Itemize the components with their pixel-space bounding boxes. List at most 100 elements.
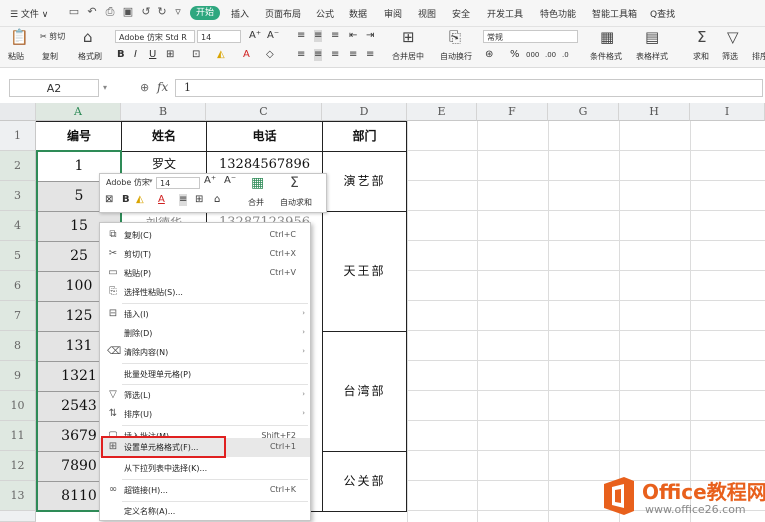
undo-icon[interactable]: ↶: [86, 6, 98, 18]
formula-input[interactable]: 1: [175, 79, 763, 97]
font-color-icon[interactable]: A: [243, 49, 250, 61]
menu-item-hyperlink[interactable]: ∞ 超链接(H)... Ctrl+K: [100, 481, 310, 500]
clear-icon[interactable]: ⊠: [105, 194, 113, 206]
mini-autosum-button[interactable]: 自动求和: [280, 197, 312, 208]
wrap-text-button[interactable]: 自动换行: [440, 51, 472, 62]
sort-button[interactable]: 排序: [752, 51, 765, 62]
redo-arrow-icon[interactable]: ↻: [156, 6, 168, 18]
menu-item-insert[interactable]: ⊟ 插入(I) ›: [100, 305, 310, 324]
select-all-corner[interactable]: [0, 103, 36, 121]
table-style-icon[interactable]: ▤: [645, 29, 659, 45]
header-cell-id[interactable]: 编号: [37, 122, 121, 151]
row-header-2[interactable]: 2: [0, 151, 36, 181]
row-header-11[interactable]: 11: [0, 421, 36, 451]
merge-center-icon[interactable]: ⊞: [402, 29, 415, 45]
header-cell-dept[interactable]: 部门: [323, 122, 406, 151]
quick-access-dropdown-icon[interactable]: ▿: [172, 6, 184, 18]
cell-dept-3[interactable]: 台湾部: [323, 332, 406, 451]
column-header-e[interactable]: E: [407, 103, 477, 121]
name-box-dropdown-icon[interactable]: ▾: [103, 83, 107, 92]
row-header-1[interactable]: 1: [0, 121, 36, 151]
wrap-text-icon[interactable]: ⎘: [449, 29, 461, 45]
align-top-icon[interactable]: ≡: [297, 30, 305, 42]
align-bottom-icon[interactable]: ≡: [331, 30, 339, 42]
font-name-select[interactable]: Adobe 仿宋 Std R: [115, 30, 195, 43]
highlight-icon[interactable]: ◭: [136, 194, 144, 206]
menu-item-clear[interactable]: ⌫ 清除内容(N) ›: [100, 343, 310, 362]
sum-icon[interactable]: Σ: [290, 175, 299, 191]
format-brush-icon[interactable]: ⌂: [214, 194, 220, 206]
italic-icon[interactable]: I: [134, 49, 137, 61]
conditional-format-button[interactable]: 条件格式: [590, 51, 622, 62]
row-header-7[interactable]: 7: [0, 301, 36, 331]
menu-item-filter[interactable]: ▽ 筛选(L) ›: [100, 386, 310, 405]
border-icon[interactable]: ⊞: [195, 194, 203, 206]
column-header-i[interactable]: I: [690, 103, 765, 121]
row-header-13[interactable]: 13: [0, 481, 36, 511]
column-header-f[interactable]: F: [477, 103, 548, 121]
tab-page-layout[interactable]: 页面布局: [265, 7, 301, 20]
percent-icon[interactable]: %: [510, 49, 520, 61]
tab-review[interactable]: 审阅: [384, 7, 402, 20]
font-color-icon[interactable]: A: [158, 194, 165, 206]
menu-item-paste-special[interactable]: ⎘ 选择性粘贴(S)...: [100, 283, 310, 302]
underline-icon[interactable]: U: [149, 49, 156, 61]
print-icon[interactable]: ⎙: [104, 6, 116, 18]
save-icon[interactable]: ▭: [68, 6, 80, 18]
mini-size-select[interactable]: 14: [156, 177, 200, 189]
paste-button[interactable]: 粘贴: [8, 51, 24, 62]
sum-icon[interactable]: Σ: [697, 29, 706, 45]
highlight-icon[interactable]: ◭: [217, 49, 225, 61]
menu-item-cut[interactable]: ✂ 剪切(T) Ctrl+X: [100, 245, 310, 264]
menu-item-pick-from-list[interactable]: 从下拉列表中选择(K)...: [100, 459, 310, 478]
font-size-select[interactable]: 14: [197, 30, 241, 43]
currency-icon[interactable]: ⊛: [485, 49, 493, 61]
border-icon[interactable]: ⊞: [166, 49, 174, 61]
sum-button[interactable]: 求和: [693, 51, 709, 62]
format-painter-icon[interactable]: ⌂: [83, 29, 93, 45]
tab-special[interactable]: 特色功能: [540, 7, 576, 20]
menu-item-paste[interactable]: ▭ 粘贴(P) Ctrl+V: [100, 264, 310, 283]
decrease-decimal-icon[interactable]: .0: [562, 49, 569, 61]
fill-color-icon[interactable]: ⊡: [192, 49, 200, 61]
row-header-12[interactable]: 12: [0, 451, 36, 481]
menu-item-batch[interactable]: 批量处理单元格(P): [100, 365, 310, 384]
name-box[interactable]: A2: [9, 79, 99, 97]
menu-item-copy[interactable]: ⧉ 复制(C) Ctrl+C: [100, 226, 310, 245]
format-painter-button[interactable]: 格式刷: [78, 51, 102, 62]
preview-icon[interactable]: ▣: [122, 6, 134, 18]
row-header-4[interactable]: 4: [0, 211, 36, 241]
fx-icon[interactable]: fx: [157, 80, 168, 94]
tab-developer[interactable]: 开发工具: [487, 7, 523, 20]
merge-center-button[interactable]: 合并居中: [392, 51, 424, 62]
cell-dept-4[interactable]: 公关部: [323, 452, 406, 511]
mini-merge-button[interactable]: 合并: [248, 197, 264, 208]
align-middle-icon[interactable]: ≡: [314, 30, 323, 42]
row-header-5[interactable]: 5: [0, 241, 36, 271]
number-format-select[interactable]: 常规: [483, 30, 578, 43]
align-center-icon[interactable]: ≡: [314, 49, 323, 61]
menu-item-define-name[interactable]: 定义名称(A)...: [100, 502, 310, 521]
clear-format-icon[interactable]: ◇: [266, 49, 274, 61]
align-left-icon[interactable]: ≡: [297, 49, 305, 61]
filter-button[interactable]: 筛选: [722, 51, 738, 62]
column-header-c[interactable]: C: [206, 103, 322, 121]
thousands-icon[interactable]: 000: [526, 49, 539, 61]
menu-item-sort[interactable]: ⇅ 排序(U) ›: [100, 405, 310, 424]
column-header-g[interactable]: G: [548, 103, 619, 121]
row-header-9[interactable]: 9: [0, 361, 36, 391]
shrink-font-icon[interactable]: A⁻: [267, 30, 279, 42]
increase-decimal-icon[interactable]: .00: [545, 49, 556, 61]
tab-insert[interactable]: 插入: [231, 7, 249, 20]
outdent-icon[interactable]: ⇥: [366, 30, 374, 42]
header-cell-name[interactable]: 姓名: [122, 122, 206, 151]
row-header-3[interactable]: 3: [0, 181, 36, 211]
grow-font-icon[interactable]: A⁺: [204, 175, 216, 187]
align-right-icon[interactable]: ≡: [331, 49, 339, 61]
header-cell-phone[interactable]: 电话: [207, 122, 322, 151]
align-center-icon[interactable]: ≡: [179, 194, 188, 206]
grow-font-icon[interactable]: A⁺: [249, 30, 261, 42]
menu-item-delete[interactable]: 删除(D) ›: [100, 324, 310, 343]
zoom-icon[interactable]: ⊕: [140, 81, 149, 94]
file-menu[interactable]: ☰ 文件 ∨: [10, 7, 48, 20]
